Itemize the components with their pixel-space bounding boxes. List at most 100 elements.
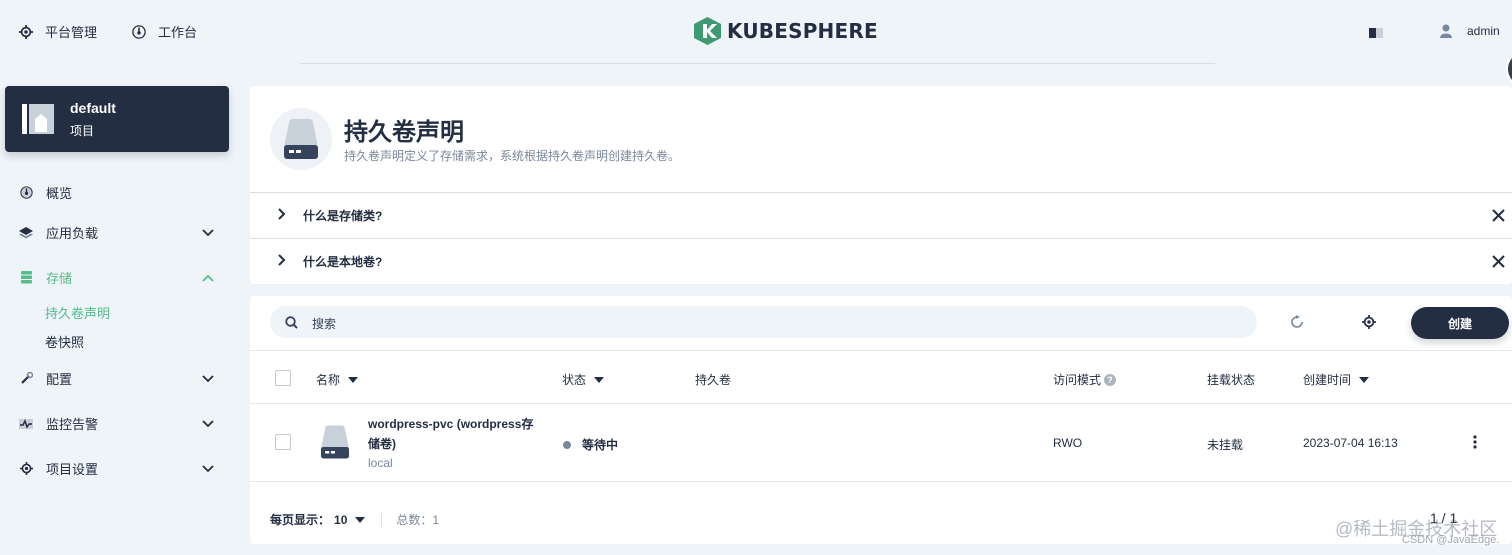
tip-local-volume[interactable]: 什么是本地卷? — [250, 238, 1512, 284]
sidebar-subitem-pvc[interactable]: 持久卷声明 — [45, 303, 110, 322]
database-icon — [19, 271, 33, 285]
column-label: 状态 — [562, 373, 587, 387]
sidebar-item-label: 监控告警 — [46, 417, 99, 432]
divider — [381, 512, 383, 527]
sidebar-subitem-snapshots[interactable]: 卷快照 — [45, 332, 84, 351]
project-name: default — [70, 100, 116, 116]
total-count: 1 — [432, 512, 440, 527]
pvc-header-icon-wrapper — [270, 108, 332, 170]
total-label: 总数： — [396, 513, 433, 527]
platform-management-label: 平台管理 — [45, 25, 98, 40]
gear-icon — [19, 462, 33, 476]
close-icon[interactable] — [1492, 255, 1505, 268]
pvc-name-link[interactable]: wordpress-pvc (wordpress存 储卷) — [368, 414, 538, 454]
dashboard-icon — [132, 24, 146, 39]
close-icon[interactable] — [1492, 209, 1505, 222]
column-label: 持久卷 — [695, 373, 732, 387]
sidebar-item-label: 项目设置 — [46, 462, 99, 477]
chevron-right-icon — [278, 254, 286, 266]
caret-down-icon — [1359, 376, 1370, 383]
chevron-down-icon — [202, 374, 214, 382]
sidebar-item-overview[interactable]: 概览 — [19, 183, 219, 202]
caret-down-icon — [594, 376, 605, 383]
kubesphere-logo[interactable]: KUBESPHERE — [694, 17, 878, 45]
platform-management-button[interactable]: 平台管理 — [19, 22, 97, 41]
column-label: 名称 — [316, 373, 341, 387]
caret-down-icon[interactable] — [355, 516, 366, 523]
status-text: 等待中 — [582, 438, 619, 452]
tip-storage-class[interactable]: 什么是存储类? — [250, 192, 1512, 238]
per-page-select[interactable]: 10 — [334, 513, 347, 527]
logo-text: KUBESPHERE — [727, 19, 878, 43]
user-name: admin — [1467, 24, 1500, 38]
tip-label: 什么是存储类? — [303, 209, 383, 223]
page-title: 持久卷声明 — [344, 119, 464, 146]
kubesphere-logo-icon — [694, 17, 721, 45]
storage-class-label: local — [368, 456, 393, 470]
sidebar-item-workloads[interactable]: 应用负载 — [19, 223, 219, 242]
user-icon — [1440, 24, 1452, 38]
sidebar-item-configuration[interactable]: 配置 — [19, 369, 219, 388]
status-dot-icon — [563, 440, 571, 449]
project-icon — [22, 104, 54, 134]
gear-icon[interactable] — [1362, 315, 1376, 329]
access-mode-cell: RWO — [1053, 436, 1083, 450]
workbench-button[interactable]: 工作台 — [132, 22, 197, 41]
refresh-icon[interactable] — [1290, 315, 1304, 329]
chevron-up-icon — [202, 274, 214, 282]
column-created[interactable]: 创建时间 — [1303, 371, 1370, 388]
watermark-csdn: CSDN @JavaEdge. — [1402, 534, 1500, 546]
sidebar-item-label: 存储 — [46, 271, 73, 286]
chevron-right-icon — [278, 208, 286, 220]
monitor-icon — [19, 417, 33, 431]
status-badge: 等待中 — [563, 436, 618, 453]
more-options-icon[interactable] — [1473, 435, 1477, 449]
workbench-label: 工作台 — [158, 25, 198, 40]
create-button[interactable]: 创建 — [1411, 307, 1509, 339]
dashboard-icon — [19, 186, 33, 200]
select-all-checkbox[interactable] — [275, 370, 291, 386]
sidebar-item-label: 应用负载 — [46, 226, 99, 241]
sidebar-item-storage[interactable]: 存储 — [19, 268, 219, 287]
created-time-cell: 2023-07-04 16:13 — [1303, 436, 1398, 450]
sidebar-item-label: 配置 — [46, 372, 73, 387]
column-label: 访问模式 — [1053, 373, 1102, 387]
column-status[interactable]: 状态 — [562, 371, 605, 388]
page-header-panel: 持久卷声明 持久卷声明定义了存储需求，系统根据持久卷声明创建持久卷。 什么是存储… — [250, 86, 1512, 284]
column-access-mode: 访问模式 ? — [1053, 371, 1117, 388]
column-label: 挂载状态 — [1207, 373, 1256, 387]
page-description: 持久卷声明定义了存储需求，系统根据持久卷声明创建持久卷。 — [344, 149, 681, 163]
user-menu[interactable]: admin — [1440, 24, 1500, 38]
pvc-name-line2: 储卷) — [368, 437, 396, 451]
row-checkbox[interactable] — [275, 434, 291, 450]
table-row[interactable]: wordpress-pvc (wordpress存 储卷) local 等待中 … — [250, 404, 1512, 482]
pvc-list-panel: 搜索 创建 名称 状态 持久卷 访问模式 ? 挂载状态 创建时间 wordpre… — [250, 296, 1512, 544]
top-navigation: 平台管理 工作台 KUBESPHERE admin — [0, 0, 1512, 64]
project-card[interactable]: default 项目 — [5, 86, 229, 152]
disk-icon — [321, 425, 349, 459]
pagination-footer: 每页显示： 10 总数： 1 — [270, 511, 439, 528]
pvc-name-line1: wordpress-pvc (wordpress存 — [368, 417, 534, 431]
gear-icon — [19, 24, 33, 39]
layers-icon — [19, 226, 33, 240]
per-page-label: 每页显示： — [270, 513, 331, 527]
sidebar-item-label: 概览 — [46, 186, 73, 201]
column-mount-status: 挂载状态 — [1207, 371, 1255, 388]
wrench-icon — [19, 372, 33, 386]
help-icon[interactable]: ? — [1104, 373, 1117, 386]
project-type: 项目 — [70, 124, 95, 138]
search-icon — [285, 316, 298, 329]
column-volume: 持久卷 — [695, 371, 731, 388]
mount-status-cell: 未挂载 — [1207, 438, 1244, 452]
sidebar-item-project-settings[interactable]: 项目设置 — [19, 459, 219, 478]
column-name[interactable]: 名称 — [316, 371, 359, 388]
topbar-divider — [300, 63, 1215, 64]
chevron-down-icon — [202, 419, 214, 427]
column-label: 创建时间 — [1303, 373, 1352, 387]
disk-icon — [284, 119, 318, 159]
toggle-view-icon[interactable] — [1369, 27, 1383, 41]
sidebar-item-monitoring[interactable]: 监控告警 — [19, 414, 219, 433]
chevron-down-icon — [202, 228, 214, 236]
search-input[interactable]: 搜索 — [312, 315, 336, 332]
search-bar[interactable]: 搜索 — [270, 306, 1257, 338]
